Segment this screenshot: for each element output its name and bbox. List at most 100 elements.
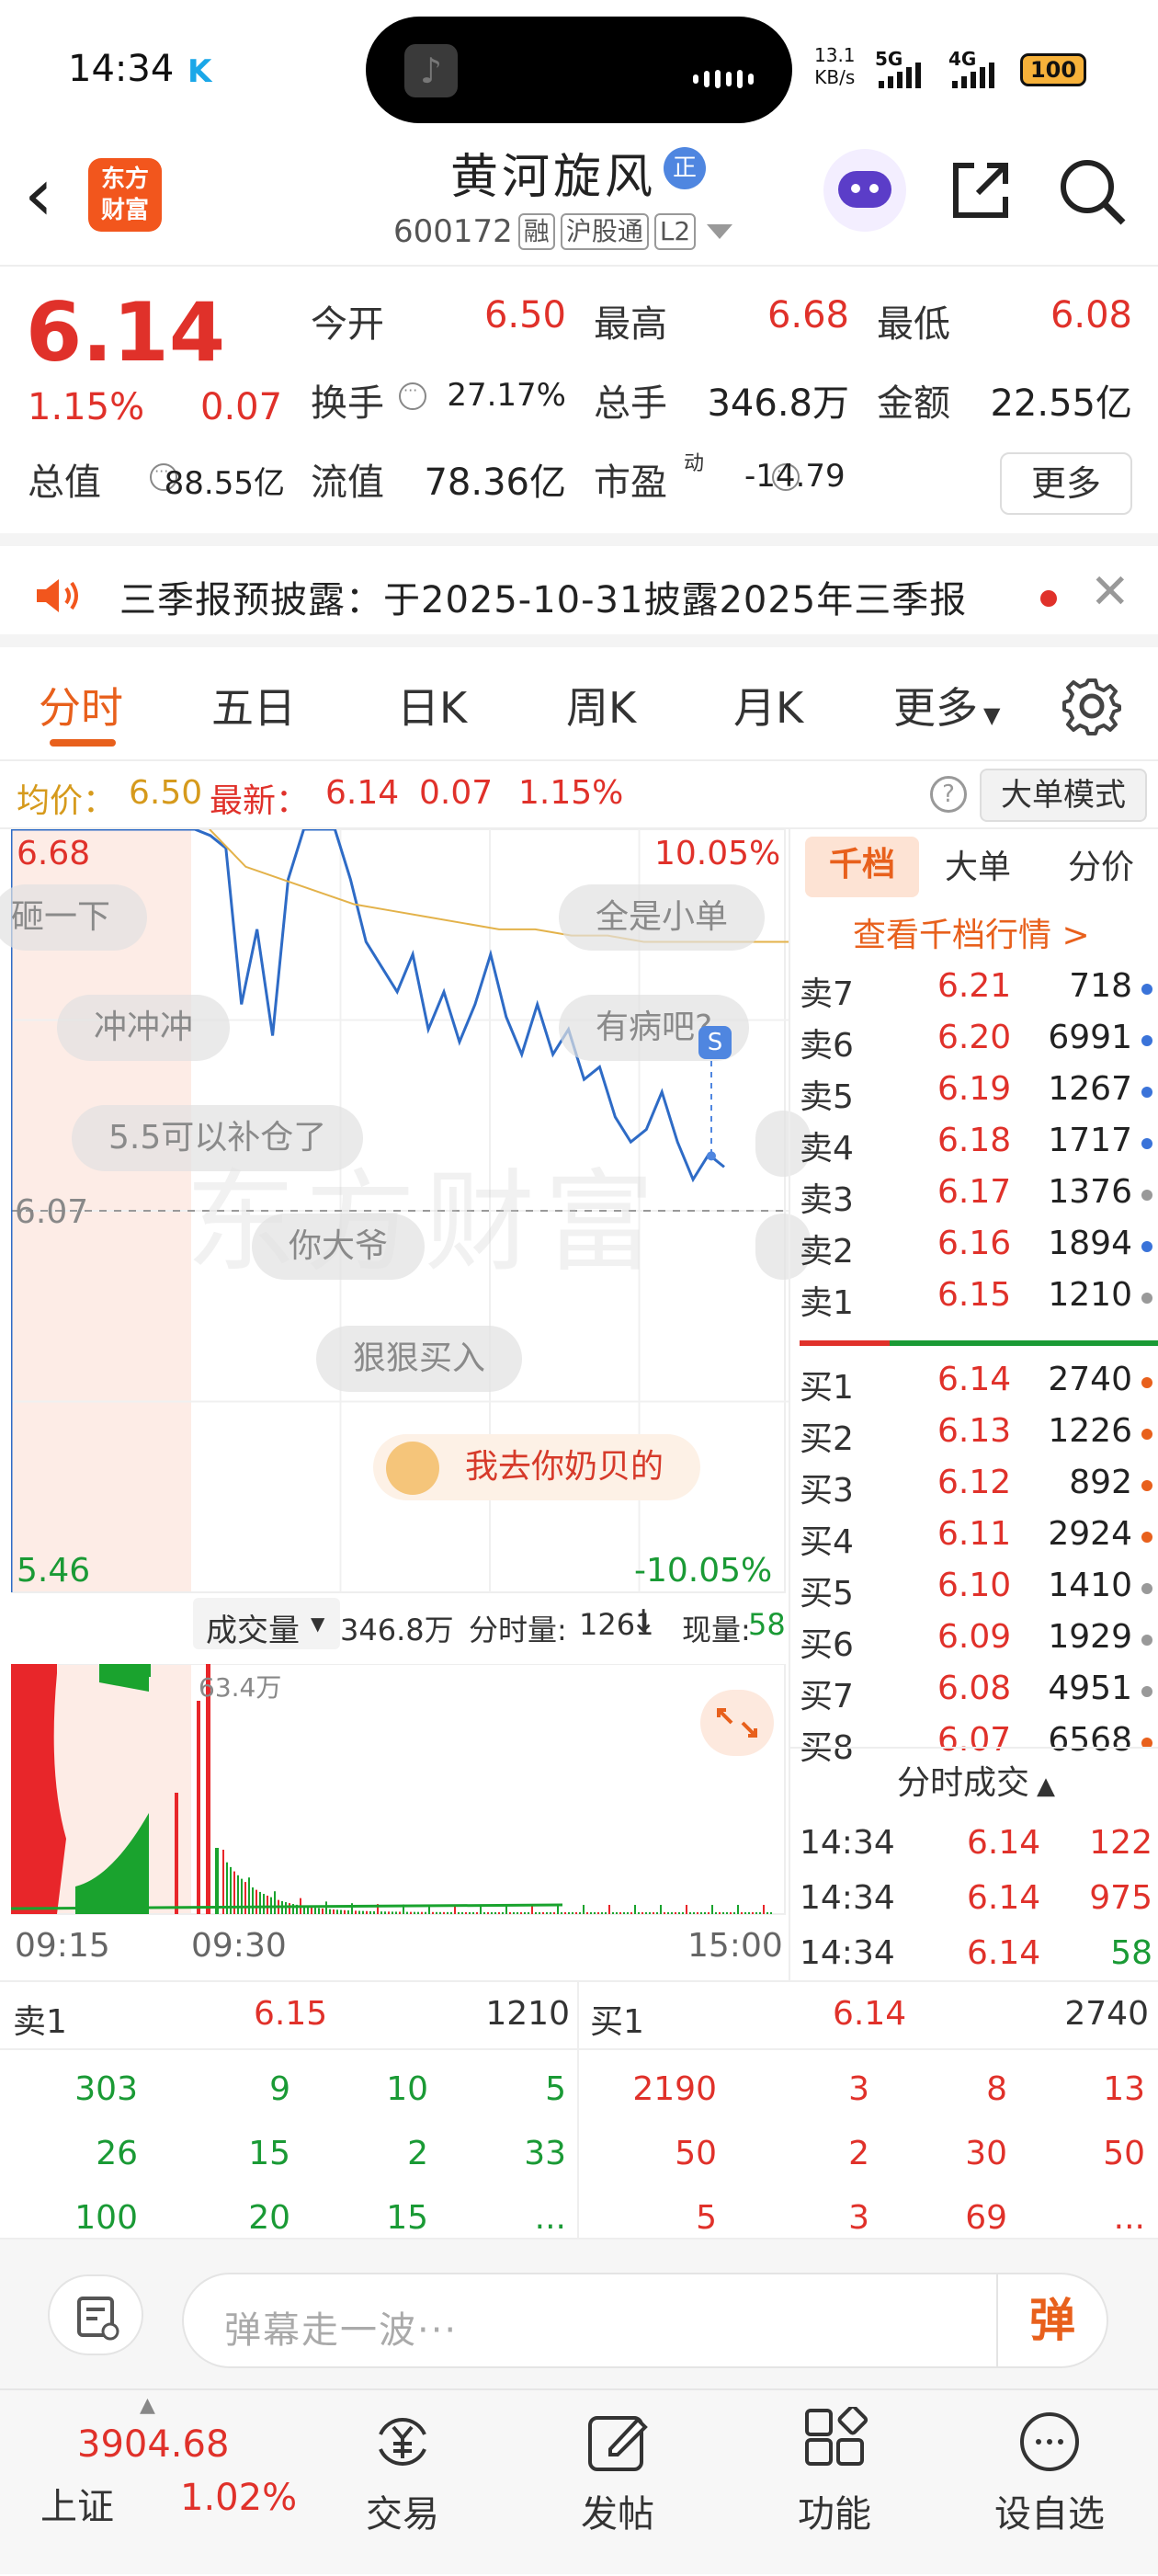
tab-daily-k[interactable]: 日K <box>397 675 467 735</box>
ask-level-label: 卖7 <box>800 975 854 1013</box>
search-icon[interactable] <box>1057 156 1127 226</box>
notice-banner[interactable]: 三季报预披露：于2025-10-31披露2025年三季报 ✕ <box>0 533 1158 647</box>
volume-bar <box>388 1911 390 1914</box>
index-widget[interactable]: ▲ 3904.68 上证 1.02% <box>0 2390 297 2576</box>
nav-post[interactable]: 发帖 <box>553 2407 682 2537</box>
queue-cell: 15 <box>248 2135 290 2172</box>
bid-level-price: 6.08 <box>937 1670 1012 1707</box>
speaker-icon <box>37 579 78 612</box>
trade-time: 14:34 <box>800 1824 895 1862</box>
bid-level-row[interactable]: 买4 6.11 2924 <box>800 1515 1152 1567</box>
ask-level-row[interactable]: 卖1 6.15 1210 <box>800 1276 1152 1328</box>
buy-queue-volume: 2740 <box>1064 1995 1149 2033</box>
danmu-bubble[interactable]: 全是小单 <box>559 884 766 951</box>
bid-level-row[interactable]: 买5 6.10 1410 <box>800 1567 1152 1618</box>
chat-settings-icon[interactable] <box>48 2274 143 2355</box>
danmu-bubble-special[interactable]: 我去你奶贝的 <box>373 1434 701 1500</box>
queue-cell: 50 <box>1103 2135 1145 2172</box>
danmu-bubble[interactable]: 狠狠买入 <box>316 1326 523 1392</box>
ask-level-row[interactable]: 卖5 6.19 1267 <box>800 1070 1152 1122</box>
stock-code-row[interactable]: 600172 融 沪股通 L2 <box>393 213 733 250</box>
dynamic-island[interactable]: ♪ <box>366 17 792 123</box>
change-percent: 1.15% <box>28 386 145 428</box>
high-value: 6.68 <box>766 294 849 336</box>
expand-button[interactable] <box>700 1690 774 1756</box>
ask-level-row[interactable]: 卖3 6.17 1376 <box>800 1173 1152 1225</box>
info-icon[interactable] <box>399 382 426 410</box>
trades-title[interactable]: 分时成交 ▲ <box>897 1756 1055 1804</box>
ask-level-price: 6.18 <box>937 1122 1012 1159</box>
volume-bar <box>175 1793 178 1914</box>
nav-functions[interactable]: 功能 <box>770 2404 899 2537</box>
danmu-bubble[interactable]: 砸一下 <box>0 884 148 951</box>
view-thousand-levels-link[interactable]: 查看千档行情 > <box>853 908 1090 956</box>
volume-bar <box>726 1912 728 1914</box>
volume-bar <box>608 1904 610 1914</box>
danmu-bubble[interactable]: 5.5可以补仓了 <box>72 1105 364 1171</box>
volume-bar <box>373 1911 375 1914</box>
volume-chart-svg <box>10 1663 786 1915</box>
bid-level-row[interactable]: 买2 6.13 1226 <box>800 1412 1152 1464</box>
volume-bar <box>513 1911 515 1914</box>
nav-add-watchlist[interactable]: 设自选 <box>985 2407 1114 2537</box>
order-dot-icon <box>1141 1480 1152 1491</box>
danmu-bubble[interactable]: 你大爷 <box>252 1214 426 1280</box>
margin-tag: 融 <box>517 213 555 250</box>
volume-bar <box>583 1904 585 1914</box>
ask-level-price: 6.15 <box>937 1276 1012 1314</box>
close-icon[interactable]: ✕ <box>1090 564 1130 620</box>
gear-icon[interactable] <box>1062 677 1121 735</box>
bid-level-row[interactable]: 买1 6.14 2740 <box>800 1361 1152 1412</box>
more-button[interactable]: 更多 <box>1000 452 1132 515</box>
back-icon[interactable]: ‹ <box>24 158 53 232</box>
volume-chart[interactable]: 63.4万 09:15 09:30 15:00 <box>10 1663 789 1980</box>
danmu-input[interactable]: 弹幕走一波··· 弹 <box>182 2273 1108 2368</box>
tab-more[interactable]: 更多 ▼ <box>893 675 1000 735</box>
tab-five-day[interactable]: 五日 <box>211 675 296 735</box>
volume-bar <box>439 1911 441 1914</box>
intraday-chart[interactable]: 6.68 10.05% 6.07 5.46 -10.05% 东方财富 砸一下 全… <box>0 827 811 1649</box>
bid-level-row[interactable]: 买3 6.12 892 <box>800 1464 1152 1515</box>
ask-level-row[interactable]: 卖2 6.16 1894 <box>800 1225 1152 1276</box>
app-logo[interactable]: 东方 财富 <box>88 158 162 232</box>
volume-bar <box>329 1909 331 1914</box>
tab-thousand-levels[interactable]: 千档 <box>805 837 919 897</box>
signal-bars-icon <box>952 63 994 88</box>
ask-level-row[interactable]: 卖7 6.21 718 <box>800 967 1152 1019</box>
help-icon[interactable]: ? <box>930 776 967 813</box>
volume-bar <box>678 1911 680 1914</box>
tab-intraday[interactable]: 分时 <box>39 675 123 735</box>
sell-queue[interactable]: 卖1 6.15 1210 303 9 10 5 26 15 2 33 100 20 15... <box>0 1982 579 2240</box>
volume-bar <box>417 1911 419 1914</box>
big-order-mode-button[interactable]: 大单模式 <box>980 769 1147 822</box>
volume-bar <box>575 1911 577 1914</box>
active-tab-indicator <box>50 739 116 747</box>
nav-trade[interactable]: 交易 <box>338 2407 467 2537</box>
buy-queue[interactable]: 买1 6.14 2740 2190 3 8 13 50 2 30 50 5 3 69... <box>579 1982 1158 2240</box>
tab-weekly-k[interactable]: 周K <box>566 675 636 735</box>
volume-bar <box>487 1911 489 1914</box>
volume-bar <box>362 1910 364 1914</box>
tab-big-orders[interactable]: 大单 <box>945 840 1011 888</box>
queue-cell: 3 <box>848 2070 869 2108</box>
volume-bar <box>469 1911 471 1914</box>
sell-marker[interactable]: S <box>698 1026 732 1059</box>
tab-monthly-k[interactable]: 月K <box>733 675 803 735</box>
send-danmu-button[interactable]: 弹 <box>996 2274 1107 2366</box>
tab-price-split[interactable]: 分价 <box>1068 840 1134 888</box>
share-icon[interactable] <box>947 156 1015 224</box>
bid-level-row[interactable]: 买6 6.09 1929 <box>800 1618 1152 1670</box>
ai-assistant-icon[interactable] <box>823 149 906 232</box>
ask-level-row[interactable]: 卖4 6.18 1717 <box>800 1122 1152 1173</box>
volume-bar <box>546 1911 548 1914</box>
volume-bar <box>259 1891 261 1914</box>
ask-level-label: 卖3 <box>800 1181 854 1219</box>
bid-level-row[interactable]: 买7 6.08 4951 <box>800 1670 1152 1721</box>
volume-bar <box>616 1911 618 1914</box>
latest-change: 0.07 <box>419 774 494 812</box>
ask-level-row[interactable]: 卖6 6.20 6991 <box>800 1019 1152 1070</box>
bid-level-label: 买2 <box>800 1420 854 1458</box>
danmu-bubble[interactable]: 冲冲冲 <box>57 995 231 1061</box>
latest-value: 6.14 <box>325 774 400 812</box>
dropdown-icon[interactable] <box>707 224 733 239</box>
